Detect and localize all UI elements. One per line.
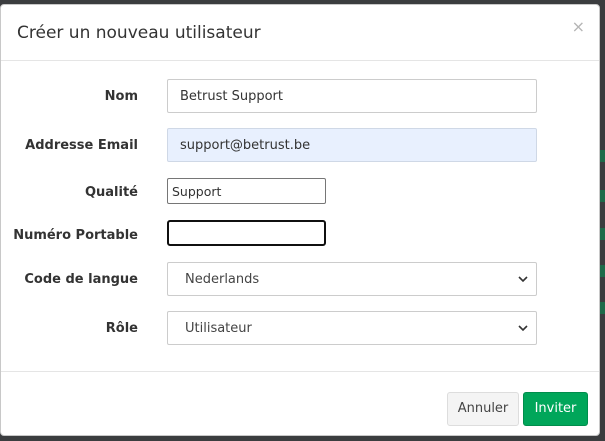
modal-header: Créer un nouveau utilisateur × (1, 5, 599, 61)
mobile-field[interactable] (167, 220, 326, 246)
quality-label: Qualité (84, 185, 138, 200)
email-row: Addresse Email (1, 128, 599, 162)
chevron-down-icon (518, 276, 528, 283)
role-row: Rôle Utilisateur (1, 311, 599, 345)
role-selected-value: Utilisateur (185, 321, 252, 336)
name-label: Nom (104, 89, 138, 104)
quality-field[interactable] (167, 178, 326, 204)
quality-row: Qualité (1, 178, 599, 204)
email-field[interactable] (167, 128, 537, 162)
name-row: Nom (1, 79, 599, 113)
mobile-row: Numéro Portable (1, 220, 599, 246)
language-select[interactable]: Nederlands (167, 262, 537, 296)
close-icon[interactable]: × (572, 19, 585, 35)
language-row: Code de langue Nederlands (1, 262, 599, 296)
create-user-modal: Créer un nouveau utilisateur × Nom Addre… (0, 4, 600, 436)
language-label: Code de langue (24, 272, 138, 287)
modal-title: Créer un nouveau utilisateur (17, 23, 261, 43)
modal-body: Nom Addresse Email Qualité Numéro Portab… (1, 61, 599, 371)
language-selected-value: Nederlands (185, 272, 260, 287)
email-label: Addresse Email (25, 138, 138, 153)
invite-button[interactable]: Inviter (523, 392, 588, 426)
modal-footer: Annuler Inviter (1, 371, 599, 435)
role-select[interactable]: Utilisateur (167, 311, 537, 345)
mobile-label: Numéro Portable (13, 228, 138, 243)
chevron-down-icon (518, 325, 528, 332)
cancel-button[interactable]: Annuler (447, 392, 519, 426)
role-label: Rôle (105, 321, 138, 336)
name-field[interactable] (167, 79, 537, 113)
